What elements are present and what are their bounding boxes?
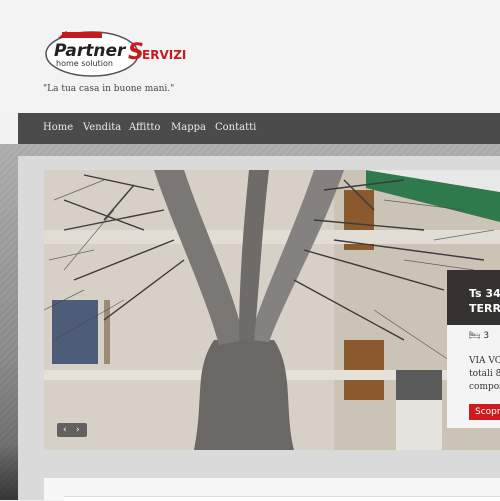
nav-item-contatti[interactable]: Contatti [215, 122, 256, 133]
listing-title-line2: TERRAZ [469, 302, 500, 315]
description-line: compos [469, 382, 500, 392]
listing-title-line1: Ts 3412 [469, 287, 500, 300]
site-tagline: "La tua casa in buone mani." [43, 84, 175, 94]
nav-item-home[interactable]: Home [43, 122, 73, 133]
listing-details: 🛏 3 VIA VO totali 85 compos Scopri [447, 325, 500, 428]
listing-description: VIA VO totali 85 compos [469, 355, 500, 394]
description-line: VIA VO [469, 356, 500, 366]
partner-servizi-logo[interactable]: Partner S ERVIZI home solution [44, 28, 194, 80]
property-photo [44, 170, 500, 450]
logo-sub-text: home solution [56, 59, 113, 68]
slider-arrows: ‹ › [57, 423, 87, 437]
bottom-divider [64, 496, 500, 501]
nav-item-affitto[interactable]: Affitto [129, 122, 160, 133]
nav-item-vendita[interactable]: Vendita [83, 122, 121, 133]
listing-title[interactable]: Ts 3412 TERRAZ [469, 286, 500, 316]
bottom-panel [44, 478, 500, 501]
property-image-slider[interactable] [44, 170, 500, 450]
discover-button[interactable]: Scopri [469, 404, 500, 420]
bed-icon: 🛏 [469, 331, 481, 341]
nav-item-mappa[interactable]: Mappa [171, 122, 206, 133]
chevron-left-icon[interactable]: ‹ [63, 423, 67, 437]
description-line: totali 85 [469, 369, 500, 379]
logo-servizi-text: ERVIZI [142, 48, 186, 62]
chevron-right-icon[interactable]: › [76, 423, 80, 437]
logo-brand-text: Partner [54, 41, 127, 61]
logo-graphic: Partner S ERVIZI home solution [45, 31, 186, 77]
bedrooms-count: 3 [483, 331, 490, 341]
listing-card: Ts 3412 TERRAZ 🛏 3 VIA VO totali 85 comp… [447, 270, 500, 428]
bedrooms-info: 🛏 3 [469, 331, 489, 341]
main-navigation: Home Vendita Affitto Mappa Contatti [18, 113, 500, 144]
site-header: Partner S ERVIZI home solution "La tua c… [0, 0, 500, 113]
